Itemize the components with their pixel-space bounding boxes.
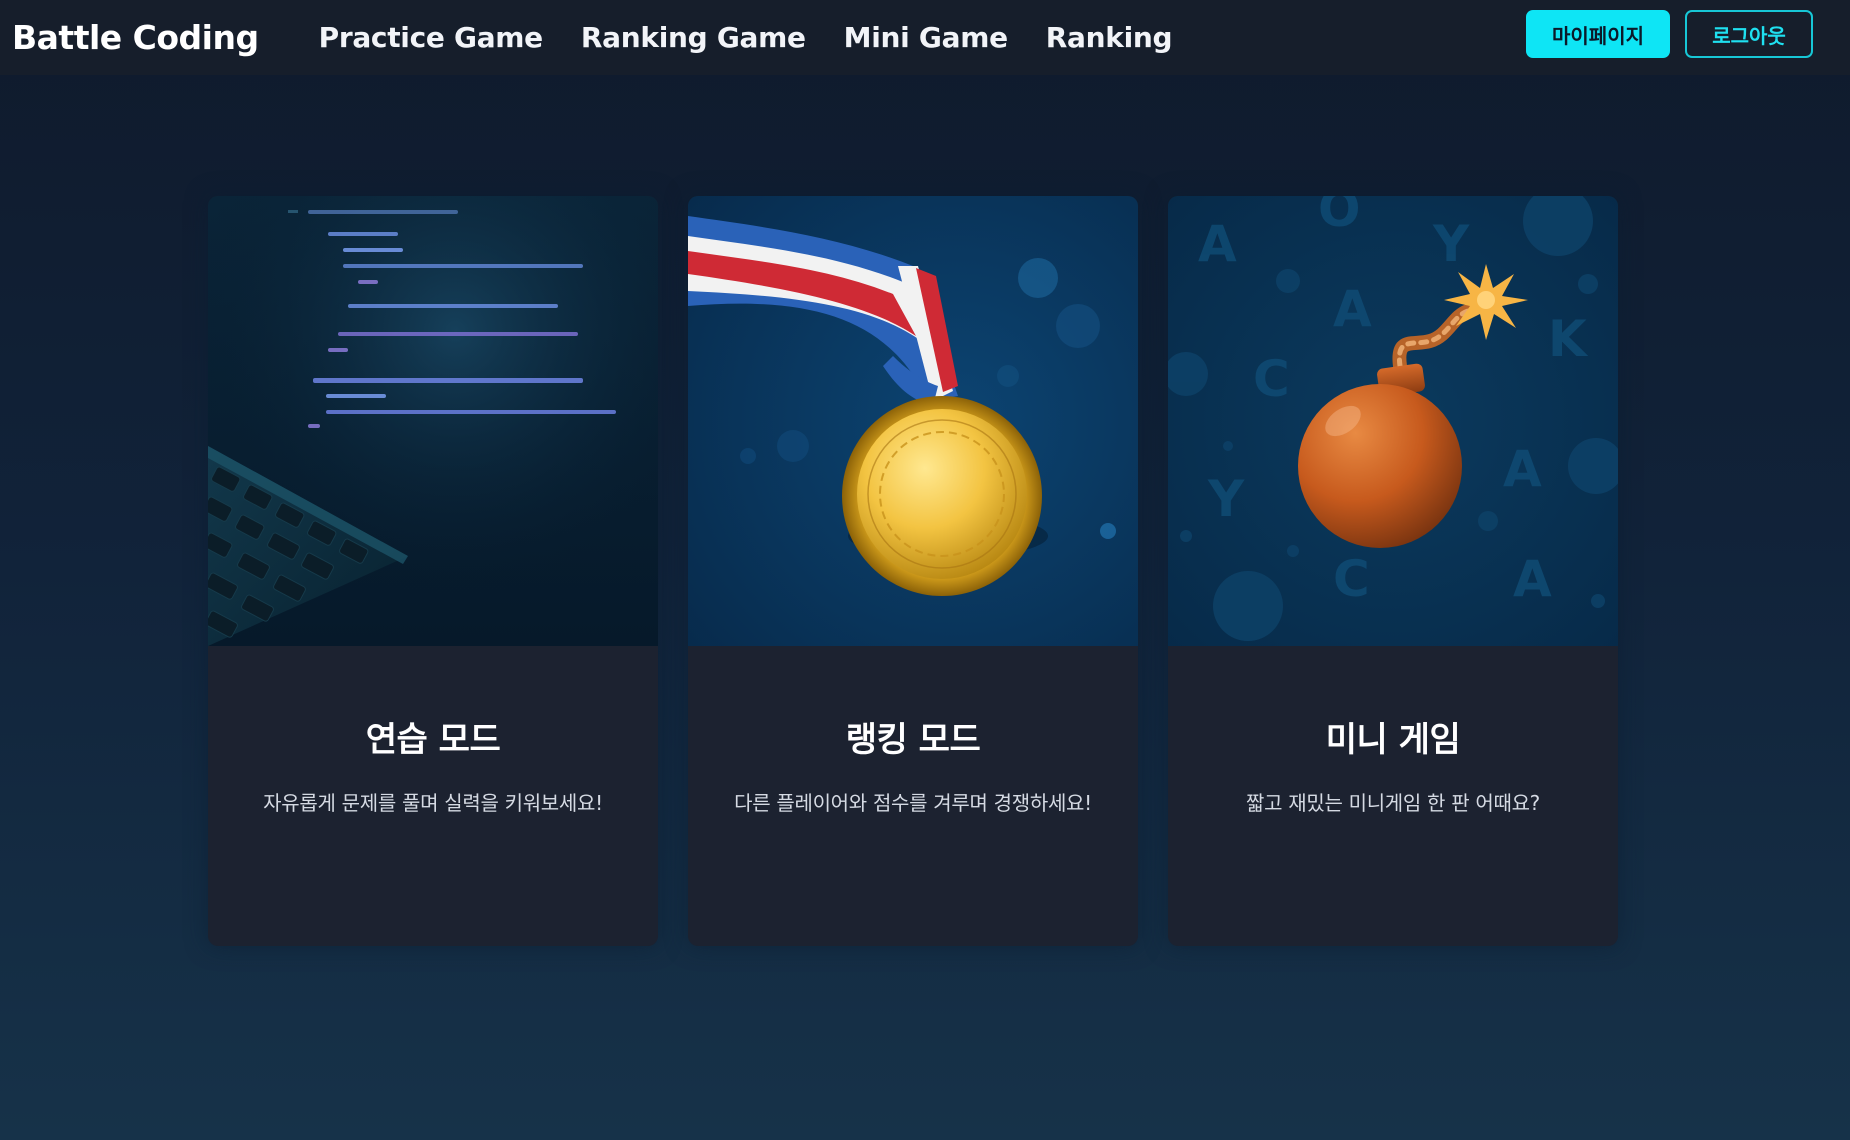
practice-mode-card[interactable]: 연습 모드 자유롭게 문제를 풀며 실력을 키워보세요! [208, 196, 658, 946]
svg-text:A: A [1513, 550, 1552, 608]
logout-button[interactable]: 로그아웃 [1685, 10, 1813, 58]
top-navbar: Battle Coding Practice Game Ranking Game… [0, 0, 1850, 75]
nav-practice-game[interactable]: Practice Game [319, 21, 544, 54]
svg-text:A: A [1198, 215, 1237, 273]
practice-card-body: 연습 모드 자유롭게 문제를 풀며 실력을 키워보세요! [208, 646, 658, 816]
nav-actions: 마이페이지 로그아웃 [1526, 10, 1813, 58]
card-description: 다른 플레이어와 점수를 겨루며 경쟁하세요! [734, 791, 1092, 815]
svg-text:A: A [1503, 440, 1542, 498]
mini-game-card-body: 미니 게임 짧고 재밌는 미니게임 한 판 어때요? [1168, 646, 1618, 816]
card-title: 연습 모드 [365, 720, 501, 760]
nav-ranking[interactable]: Ranking [1046, 21, 1173, 54]
brand-logo[interactable]: Battle Coding [12, 18, 259, 57]
svg-text:K: K [1548, 310, 1589, 368]
svg-text:Y: Y [1207, 470, 1245, 528]
ranking-card-body: 랭킹 모드 다른 플레이어와 점수를 겨루며 경쟁하세요! [688, 646, 1138, 816]
card-title: 랭킹 모드 [845, 720, 981, 760]
game-mode-cards: 연습 모드 자유롭게 문제를 풀며 실력을 키워보세요! 랭킹 모드 다른 플레… [208, 196, 1618, 946]
card-title: 미니 게임 [1325, 720, 1461, 760]
card-description: 자유롭게 문제를 풀며 실력을 키워보세요! [263, 791, 603, 815]
laptop-code-image [208, 196, 658, 646]
ranking-mode-card[interactable]: 랭킹 모드 다른 플레이어와 점수를 겨루며 경쟁하세요! [688, 196, 1138, 946]
main-nav: Practice Game Ranking Game Mini Game Ran… [319, 21, 1173, 54]
nav-ranking-game[interactable]: Ranking Game [581, 21, 806, 54]
mini-game-card[interactable]: A O Y A K C A Y C A 미니 게임 짧고 재밌는 미니게임 한 … [1168, 196, 1618, 946]
svg-text:O: O [1318, 196, 1361, 238]
card-description: 짧고 재밌는 미니게임 한 판 어때요? [1245, 791, 1540, 815]
svg-text:C: C [1253, 350, 1290, 408]
bomb-image: A O Y A K C A Y C A [1168, 196, 1618, 646]
svg-text:Y: Y [1432, 215, 1470, 273]
svg-text:C: C [1333, 550, 1370, 608]
gold-medal-image [688, 196, 1138, 646]
mypage-button[interactable]: 마이페이지 [1526, 10, 1670, 58]
svg-text:A: A [1333, 280, 1372, 338]
nav-mini-game[interactable]: Mini Game [844, 21, 1008, 54]
